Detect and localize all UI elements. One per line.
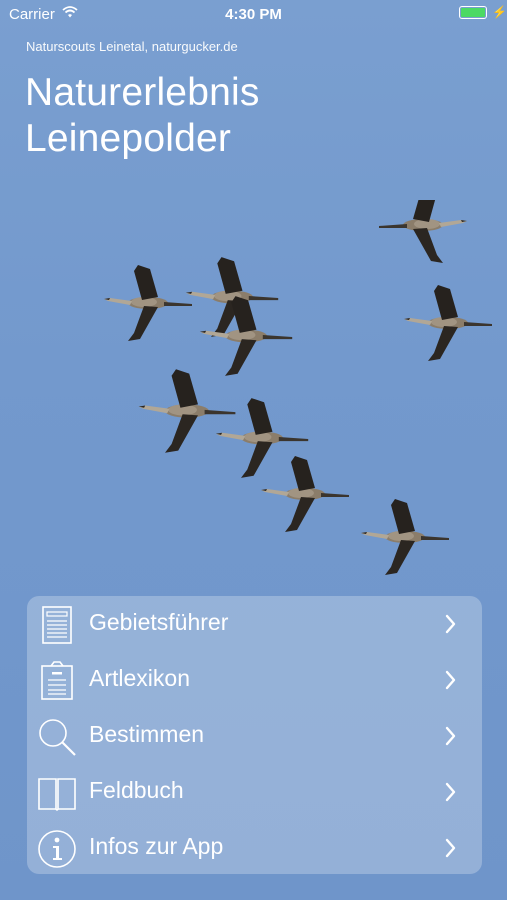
menu-item-label: Gebietsführer [89, 609, 229, 635]
book-icon [37, 773, 77, 813]
title-line-1: Naturerlebnis [25, 71, 260, 114]
menu-item-infos[interactable]: Infos zur App [27, 820, 482, 876]
chevron-right-icon [441, 834, 461, 862]
document-icon [37, 605, 77, 645]
crane-5 [404, 285, 492, 361]
menu-item-artlexikon[interactable]: Artlexikon [27, 652, 482, 708]
chevron-right-icon [441, 610, 461, 638]
battery-icon [459, 6, 487, 19]
menu-item-label: Artlexikon [89, 665, 190, 691]
chevron-right-icon [441, 722, 461, 750]
info-icon [37, 829, 77, 869]
crane-8 [261, 456, 349, 532]
chevron-right-icon [441, 666, 461, 694]
crane-6 [138, 369, 236, 453]
title-line-2: Leinepolder [25, 117, 232, 160]
crane-4 [379, 200, 467, 263]
crane-2 [185, 257, 279, 337]
crane-1 [104, 265, 192, 341]
clipboard-icon [37, 661, 77, 701]
page-title: Naturerlebnis Leinepolder [25, 70, 260, 162]
magnifier-icon [37, 717, 77, 757]
chevron-right-icon [441, 778, 461, 806]
status-bar: Carrier 4:30 PM ⚡ [0, 0, 507, 28]
main-menu: Gebietsführer Artlexikon Bestimmen Feldb… [27, 596, 482, 874]
menu-item-label: Bestimmen [89, 721, 205, 747]
menu-item-label: Infos zur App [89, 833, 224, 859]
charging-icon: ⚡ [492, 5, 507, 19]
clock: 4:30 PM [225, 6, 282, 23]
crane-9 [361, 499, 449, 575]
cranes-photo [104, 200, 492, 575]
menu-item-bestimmen[interactable]: Bestimmen [27, 708, 482, 764]
menu-item-feldbuch[interactable]: Feldbuch [27, 764, 482, 820]
menu-item-label: Feldbuch [89, 777, 184, 803]
menu-item-gebietsfuehrer[interactable]: Gebietsführer [27, 596, 482, 652]
photo-credit: Naturscouts Leinetal, naturgucker.de [26, 39, 238, 54]
